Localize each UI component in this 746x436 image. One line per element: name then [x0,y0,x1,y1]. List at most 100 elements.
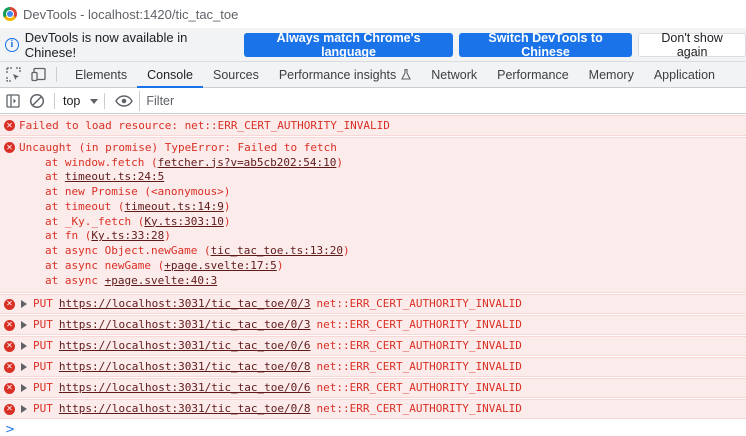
source-link[interactable]: +page.svelte:17:5 [164,259,277,272]
info-icon: i [5,37,19,52]
request-error: net::ERR_CERT_AUTHORITY_INVALID [316,339,522,353]
stack-frame: at new Promise (<anonymous>) [19,185,746,200]
console-messages: ✕ Failed to load resource: net::ERR_CERT… [0,115,746,436]
source-link[interactable]: tic_tac_toe.ts:13:20 [211,244,343,257]
request-method: PUT [33,339,53,353]
stack-frame-text: at async Object.newGame ( [45,244,211,258]
toolbar-separator [104,93,106,109]
expand-arrow-icon[interactable] [21,404,27,413]
toolbar-separator [54,93,55,109]
request-method: PUT [33,402,53,416]
stack-frame: at window.fetch (fetcher.js?v=ab5cb202:5… [19,156,746,171]
stack-frame: at fn (Ky.ts:33:28) [19,229,746,244]
stack-frame-text: at async [45,273,105,287]
chrome-logo-icon [3,7,17,21]
request-url-link[interactable]: https://localhost:3031/tic_tac_toe/0/3 [59,318,311,331]
stack-frame-text: at window.fetch ( [45,155,158,169]
infobar-message: DevTools is now available in Chinese! [24,29,188,60]
stack-frame-text: at _Ky._fetch ( [45,214,145,228]
source-link[interactable]: Ky.ts:303:10 [144,215,223,228]
sidebar-toggle-icon[interactable] [2,90,24,112]
devtools-tabbar: Elements Console Sources Performance ins… [0,62,746,88]
tab-performance[interactable]: Performance [487,62,579,87]
clear-console-icon[interactable] [26,90,48,112]
tab-elements[interactable]: Elements [65,62,137,87]
expand-arrow-icon[interactable] [21,383,27,392]
error-icon: ✕ [4,382,15,394]
eye-icon[interactable] [113,90,135,112]
console-error-message[interactable]: ✕ Failed to load resource: net::ERR_CERT… [0,115,746,136]
request-method: PUT [33,360,53,374]
error-icon: ✕ [4,319,15,331]
network-error-row[interactable]: ✕ PUT https://localhost:3031/tic_tac_toe/0… [0,356,746,377]
source-link[interactable]: fetcher.js?v=ab5cb202:54:10 [158,156,337,169]
request-url-link[interactable]: https://localhost:3031/tic_tac_toe/0/6 [59,381,311,394]
stack-frame-text: at new Promise (<anonymous>) [45,185,231,199]
execution-context-select[interactable]: top [63,94,99,108]
stack-frame: at async +page.svelte:40:3 [19,274,746,289]
stack-frame: at async newGame (+page.svelte:17:5) [19,259,746,274]
console-toolbar: top [0,89,746,114]
console-error-message[interactable]: ✕ Uncaught (in promise) TypeError: Faile… [0,137,746,293]
error-icon: ✕ [4,403,15,415]
stack-frame-text: ) [164,229,171,243]
expand-arrow-icon[interactable] [21,299,27,308]
request-error: net::ERR_CERT_AUTHORITY_INVALID [316,297,522,311]
stack-frame-text: ) [336,155,344,169]
request-error: net::ERR_CERT_AUTHORITY_INVALID [316,360,522,374]
tab-divider [56,67,57,82]
request-url-link[interactable]: https://localhost:3031/tic_tac_toe/0/3 [59,297,311,310]
request-url-link[interactable]: https://localhost:3031/tic_tac_toe/0/6 [59,339,311,352]
stack-frame-text: at [45,170,65,184]
request-method: PUT [33,381,53,395]
flask-icon [401,69,412,80]
error-icon: ✕ [4,142,15,153]
network-error-row[interactable]: ✕ PUT https://localhost:3031/tic_tac_toe/0… [0,377,746,398]
stack-trace: at window.fetch (fetcher.js?v=ab5cb202:5… [19,156,746,289]
dont-show-again-button[interactable]: Don't show again [638,31,746,59]
network-error-row[interactable]: ✕ PUT https://localhost:3031/tic_tac_toe/0… [0,335,746,356]
tab-memory[interactable]: Memory [579,62,644,87]
error-icon: ✕ [4,120,15,131]
stack-frame: at timeout (timeout.ts:14:9) [19,200,746,215]
expand-arrow-icon[interactable] [21,362,27,371]
source-link[interactable]: timeout.ts:14:9 [124,200,223,213]
expand-arrow-icon[interactable] [21,320,27,329]
stack-frame-text: at fn ( [45,229,92,243]
tab-performance-insights[interactable]: Performance insights [269,62,421,87]
source-link[interactable]: timeout.ts:24:5 [65,170,164,183]
tab-application[interactable]: Application [644,62,725,87]
network-error-row[interactable]: ✕ PUT https://localhost:3031/tic_tac_toe/0… [0,314,746,335]
tab-network[interactable]: Network [421,62,487,87]
request-error: net::ERR_CERT_AUTHORITY_INVALID [316,402,522,416]
source-link[interactable]: Ky.ts:33:28 [91,229,164,242]
stack-frame: at timeout.ts:24:5 [19,170,746,185]
expand-arrow-icon[interactable] [21,341,27,350]
console-filter-input[interactable] [139,91,746,111]
request-url-link[interactable]: https://localhost:3031/tic_tac_toe/0/8 [59,360,311,373]
stack-frame-text: ) [343,244,350,258]
stack-frame-text: at timeout ( [45,199,125,213]
always-match-language-button[interactable]: Always match Chrome's language [244,31,453,59]
error-text: Uncaught (in promise) TypeError: Failed … [19,141,337,154]
stack-frame-text: ) [276,259,284,273]
source-link[interactable]: +page.svelte:40:3 [105,274,218,287]
console-prompt[interactable]: > [0,420,746,436]
error-icon: ✕ [4,361,15,373]
request-method: PUT [33,318,53,332]
language-infobar: i DevTools is now available in Chinese! … [0,28,746,62]
tab-performance-insights-label: Performance insights [278,67,397,82]
tab-console[interactable]: Console [137,62,203,88]
network-error-row[interactable]: ✕ PUT https://localhost:3031/tic_tac_toe/0… [0,293,746,314]
request-url-link[interactable]: https://localhost:3031/tic_tac_toe/0/8 [59,402,311,415]
request-error: net::ERR_CERT_AUTHORITY_INVALID [316,381,522,395]
stack-frame-text: ) [223,199,231,213]
error-icon: ✕ [4,340,15,352]
device-toolbar-icon[interactable] [26,62,52,87]
tab-sources[interactable]: Sources [203,62,269,87]
inspect-element-icon[interactable] [0,62,26,87]
window-titlebar: DevTools - localhost:1420/tic_tac_toe [0,0,746,28]
stack-frame-text: ) [223,214,231,228]
switch-to-chinese-button[interactable]: Switch DevTools to Chinese [458,31,633,59]
network-error-row[interactable]: ✕ PUT https://localhost:3031/tic_tac_toe/0… [0,398,746,419]
